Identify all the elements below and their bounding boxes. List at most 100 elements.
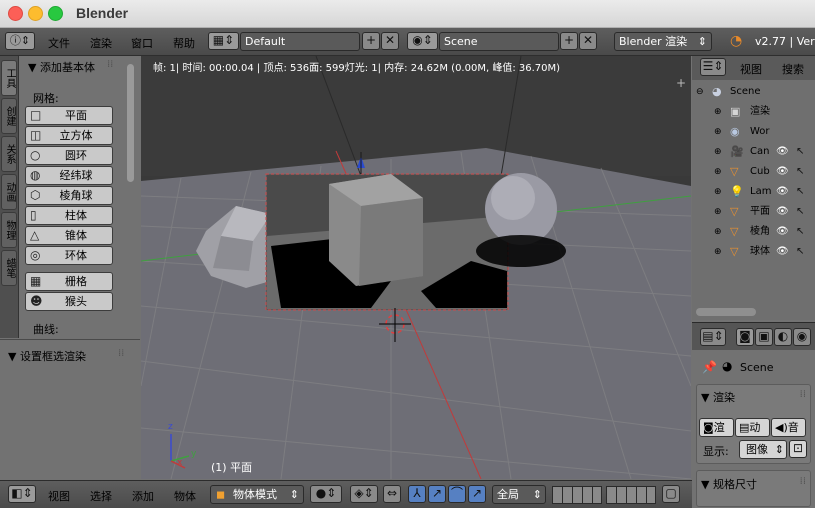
render-audio-button[interactable]: ◀)音 xyxy=(771,418,806,437)
minimize-window-button[interactable] xyxy=(28,6,43,21)
layout-name-field[interactable]: Default xyxy=(240,32,360,51)
editor-type-button[interactable]: ⓘ⇕ xyxy=(5,32,35,50)
add-circle-button[interactable]: ○ 圆环 xyxy=(25,146,113,165)
outliner-item[interactable]: ⊕ 🎥 Can 👁 ↖ xyxy=(692,142,815,162)
visibility-eye-icon[interactable]: 👁 xyxy=(776,182,789,202)
render-panel-title[interactable]: ▼ 渲染 xyxy=(701,389,735,405)
render-border-panel-title[interactable]: ▼ 设置框选渲染 xyxy=(8,348,86,364)
outliner-item[interactable]: ⊕ ▽ 平面 👁 ↖ xyxy=(692,202,815,222)
outliner-item[interactable]: ⊕ ▽ 球体 👁 ↖ xyxy=(692,242,815,262)
menu-view[interactable]: 视图 xyxy=(48,488,70,504)
tab-tools[interactable]: 工具 xyxy=(1,60,17,96)
tab-grease-pencil[interactable]: 蜡笔 xyxy=(1,250,17,286)
add-uvsphere-button[interactable]: ◍ 经纬球 xyxy=(25,166,113,185)
add-scene-button[interactable]: + xyxy=(560,32,578,50)
tab-create[interactable]: 创建 xyxy=(1,98,17,134)
menu-add[interactable]: 添加 xyxy=(132,488,154,504)
world-tab-button[interactable]: ◉ xyxy=(793,328,811,346)
interaction-mode-dropdown[interactable]: ◼ 物体模式 ⇕ xyxy=(210,485,304,504)
drag-handle-icon[interactable]: ⁞⁞ xyxy=(800,389,806,400)
selectable-cursor-icon[interactable]: ↖ xyxy=(796,162,804,182)
panel-title-add-primitive[interactable]: ▼ 添加基本体 xyxy=(28,59,95,75)
add-icosphere-button[interactable]: ⬡ 棱角球 xyxy=(25,186,113,205)
outliner-scrollbar[interactable] xyxy=(696,308,756,316)
dimensions-panel-title[interactable]: ▼ 规格尺寸 xyxy=(701,476,757,492)
outliner-item[interactable]: ⊕ ◉ Wor xyxy=(692,122,815,142)
outliner-menu-search[interactable]: 搜索 xyxy=(782,61,804,77)
render-tab-button[interactable]: ◙ xyxy=(736,328,754,346)
viewport-scene[interactable] xyxy=(141,56,691,479)
outliner-item[interactable]: ⊖ ◕ Scene xyxy=(692,82,815,102)
selectable-cursor-icon[interactable]: ↖ xyxy=(796,202,804,222)
translate-manipulator-button[interactable]: ⅄ xyxy=(408,485,426,503)
render-animation-button[interactable]: ▤动 xyxy=(735,418,770,437)
expand-icon[interactable]: ⊕ xyxy=(714,202,722,222)
add-cube-button[interactable]: ◫ 立方体 xyxy=(25,126,113,145)
add-cone-button[interactable]: △ 锥体 xyxy=(25,226,113,245)
3d-viewport[interactable]: 帧: 1| 时间: 00:00.04 | 顶点: 536面: 599灯光: 1|… xyxy=(141,56,691,479)
visibility-eye-icon[interactable]: 👁 xyxy=(776,222,789,242)
expand-icon[interactable]: ⊕ xyxy=(714,102,722,122)
transform-orientation-dropdown[interactable]: 全局 ⇕ xyxy=(492,485,546,504)
selectable-cursor-icon[interactable]: ↖ xyxy=(796,242,804,262)
3d-view-editor-type-button[interactable]: ◧⇕ xyxy=(8,485,36,503)
outliner-item[interactable]: ⊕ ▣ 渲染 xyxy=(692,102,815,122)
expand-icon[interactable]: ⊕ xyxy=(714,182,722,202)
expand-icon[interactable]: ⊕ xyxy=(714,162,722,182)
menu-file[interactable]: 文件 xyxy=(48,35,70,51)
collapse-icon[interactable]: ⊖ xyxy=(696,82,704,102)
render-engine-dropdown[interactable]: Blender 渲染 ⇕ xyxy=(614,32,712,51)
add-cylinder-button[interactable]: ▯ 柱体 xyxy=(25,206,113,225)
lock-layers-button[interactable]: ▢ xyxy=(662,485,680,503)
menu-object[interactable]: 物体 xyxy=(174,488,196,504)
render-layers-tab-button[interactable]: ▣ xyxy=(755,328,773,346)
pin-icon[interactable]: 📌 xyxy=(702,360,717,374)
tool-panel-scrollbar[interactable] xyxy=(127,64,134,182)
scene-browse-button[interactable]: ◉⇕ xyxy=(407,32,438,50)
scene-layers-grid-2[interactable] xyxy=(606,486,656,504)
selectable-cursor-icon[interactable]: ↖ xyxy=(796,142,804,162)
lock-interface-button[interactable]: ⊡ xyxy=(789,440,807,458)
visibility-eye-icon[interactable]: 👁 xyxy=(776,202,789,222)
maximize-window-button[interactable] xyxy=(48,6,63,21)
selectable-cursor-icon[interactable]: ↖ xyxy=(796,182,804,202)
expand-icon[interactable]: ⊕ xyxy=(714,222,722,242)
visibility-eye-icon[interactable]: 👁 xyxy=(776,142,789,162)
rotate-manipulator-button[interactable]: ↗ xyxy=(428,485,446,503)
drag-handle-icon[interactable]: ⁞⁞ xyxy=(107,59,113,70)
remove-scene-button[interactable]: ✕ xyxy=(579,32,597,50)
expand-icon[interactable]: ⊕ xyxy=(714,242,722,262)
tab-relations[interactable]: 关系 xyxy=(1,136,17,172)
outliner-item[interactable]: ⊕ ▽ 棱角 👁 ↖ xyxy=(692,222,815,242)
expand-icon[interactable]: ⊕ xyxy=(714,122,722,142)
transform-orientation-button[interactable]: ↗ xyxy=(468,485,486,503)
remove-layout-button[interactable]: ✕ xyxy=(381,32,399,50)
expand-icon[interactable]: ⊕ xyxy=(714,142,722,162)
menu-help[interactable]: 帮助 xyxy=(173,35,195,51)
outliner-item[interactable]: ⊕ ▽ Cub 👁 ↖ xyxy=(692,162,815,182)
add-plane-button[interactable]: □ 平面 xyxy=(25,106,113,125)
menu-render[interactable]: 渲染 xyxy=(90,35,112,51)
add-layout-button[interactable]: + xyxy=(362,32,380,50)
viewport-shading-dropdown[interactable]: ●⇕ xyxy=(310,485,342,503)
outliner-item[interactable]: ⊕ 💡 Lam 👁 ↖ xyxy=(692,182,815,202)
render-image-button[interactable]: ◙渲 xyxy=(699,418,734,437)
scale-manipulator-button[interactable]: ⌒ xyxy=(448,485,466,503)
menu-window[interactable]: 窗口 xyxy=(131,35,153,51)
tab-physics[interactable]: 物理 xyxy=(1,212,17,248)
add-torus-button[interactable]: ◎ 环体 xyxy=(25,246,113,265)
add-grid-button[interactable]: ▦ 栅格 xyxy=(25,272,113,291)
visibility-eye-icon[interactable]: 👁 xyxy=(776,242,789,262)
add-monkey-button[interactable]: ☻ 猴头 xyxy=(25,292,113,311)
viewport-split-icon[interactable]: + xyxy=(676,76,686,90)
menu-select[interactable]: 选择 xyxy=(90,488,112,504)
drag-handle-icon[interactable]: ⁞⁞ xyxy=(118,348,124,359)
drag-handle-icon[interactable]: ⁞⁞ xyxy=(800,476,806,487)
outliner-menu-view[interactable]: 视图 xyxy=(740,61,762,77)
manipulator-toggle[interactable]: ⇔ xyxy=(383,485,401,503)
scene-layers-grid[interactable] xyxy=(552,486,602,504)
layout-browse-button[interactable]: ▦⇕ xyxy=(208,32,239,50)
scene-name-field[interactable]: Scene xyxy=(439,32,559,51)
selectable-cursor-icon[interactable]: ↖ xyxy=(796,222,804,242)
display-mode-dropdown[interactable]: 图像 ⇕ xyxy=(739,440,787,459)
